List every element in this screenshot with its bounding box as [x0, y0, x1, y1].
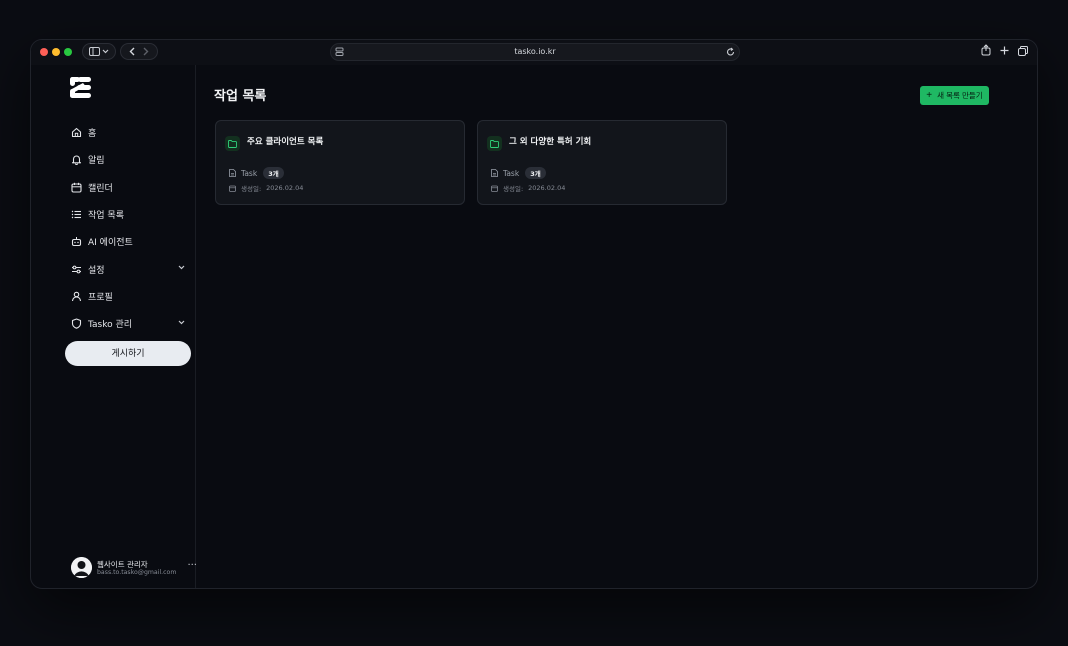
sidebar-item-label: 알림 [88, 156, 105, 167]
calendar-icon [71, 182, 82, 193]
share-icon[interactable] [981, 44, 991, 56]
sidebar-icon [89, 47, 100, 56]
more-options-icon[interactable]: ··· [187, 560, 197, 571]
sidebar-item-label: 홈 [88, 129, 97, 140]
user-profile[interactable]: 웹사이트 관리자 bass.to.tasko@gmail.com ··· [71, 557, 197, 581]
home-icon [71, 127, 82, 138]
sidebar-item-label: 캘린더 [88, 183, 113, 194]
sidebar-item-settings[interactable]: 설정 [71, 255, 187, 282]
chevron-down-icon[interactable] [178, 320, 185, 325]
browser-toolbar: tasko.io.kr [31, 40, 1037, 65]
task-list-card[interactable]: 그 외 다양한 특허 기회 Task 3개 생성일: 2026.02.04 [477, 120, 727, 205]
file-icon [491, 169, 498, 177]
calendar-icon [491, 185, 498, 192]
sidebar-item-label: 프로필 [88, 292, 113, 303]
created-label: 생성일: [241, 185, 262, 193]
sidebar-item-calendar[interactable]: 캘린더 [71, 174, 187, 201]
shield-icon [71, 318, 82, 329]
plus-icon: + [926, 89, 933, 101]
sidebar-toggle-button[interactable] [82, 43, 116, 60]
user-email: bass.to.tasko@gmail.com [97, 569, 177, 576]
back-icon[interactable] [129, 47, 136, 56]
created-date-row: 생성일: 2026.02.04 [229, 183, 303, 193]
list-icon [71, 209, 82, 220]
file-icon [229, 169, 236, 177]
user-icon [71, 291, 82, 302]
history-nav [120, 43, 158, 60]
task-count-badge: 3개 [525, 167, 546, 179]
chevron-down-icon [102, 49, 109, 54]
card-title: 그 외 다양한 특허 기회 [509, 137, 592, 147]
new-list-button-label: 새 목록 만들기 [937, 91, 983, 100]
url-text: tasko.io.kr [514, 47, 556, 56]
sidebar-item-task-list[interactable]: 작업 목록 [71, 201, 187, 228]
close-window-button[interactable] [40, 48, 48, 56]
sliders-icon [71, 264, 82, 275]
reload-icon[interactable] [726, 47, 735, 57]
chevron-down-icon[interactable] [178, 265, 185, 270]
tasko-logo[interactable] [70, 77, 91, 98]
browser-window: tasko.io.kr 홈 알림 캘린더 작업 목록 AI 에이전트 설정 프로… [30, 39, 1038, 589]
folder-icon [225, 136, 240, 151]
sidebar: 홈 알림 캘린더 작업 목록 AI 에이전트 설정 프로필 Tasko 관리 게… [31, 65, 197, 588]
task-label: Task [241, 168, 258, 178]
tab-overview-icon[interactable] [1018, 46, 1028, 56]
sidebar-item-notifications[interactable]: 알림 [71, 146, 187, 173]
sidebar-item-ai-agent[interactable]: AI 에이전트 [71, 228, 187, 255]
created-label: 생성일: [503, 185, 524, 193]
created-date: 2026.02.04 [266, 184, 304, 192]
task-list-card[interactable]: 주요 클라이언트 목록 Task 3개 생성일: 2026.02.04 [215, 120, 465, 205]
sidebar-item-tasko-admin[interactable]: Tasko 관리 [71, 310, 187, 337]
sidebar-item-label: AI 에이전트 [88, 238, 133, 249]
page-title: 작업 목록 [214, 89, 267, 104]
card-title: 주요 클라이언트 목록 [247, 137, 324, 147]
calendar-icon [229, 185, 236, 192]
maximize-window-button[interactable] [64, 48, 72, 56]
created-date: 2026.02.04 [528, 184, 566, 192]
task-label: Task [503, 168, 520, 178]
sidebar-item-home[interactable]: 홈 [71, 119, 187, 146]
sidebar-item-label: 작업 목록 [88, 211, 124, 222]
new-tab-icon[interactable] [1000, 46, 1009, 55]
main-content: 작업 목록 + 새 목록 만들기 주요 클라이언트 목록 Task 3개 생성일… [197, 65, 1037, 588]
new-list-button[interactable]: + 새 목록 만들기 [920, 86, 989, 105]
minimize-window-button[interactable] [52, 48, 60, 56]
robot-icon [71, 236, 82, 247]
bell-icon [71, 154, 82, 166]
sidebar-item-label: Tasko 관리 [88, 320, 133, 331]
forward-icon[interactable] [142, 47, 149, 56]
folder-icon [487, 136, 502, 151]
task-count-row: Task 3개 [229, 167, 284, 179]
task-count-row: Task 3개 [491, 167, 546, 179]
sidebar-item-label: 설정 [88, 265, 105, 276]
address-bar[interactable]: tasko.io.kr [330, 43, 740, 61]
created-date-row: 생성일: 2026.02.04 [491, 183, 565, 193]
sidebar-nav: 홈 알림 캘린더 작업 목록 AI 에이전트 설정 프로필 Tasko 관리 [71, 119, 187, 337]
publish-button[interactable]: 게시하기 [65, 341, 191, 366]
avatar [71, 557, 92, 578]
sidebar-item-profile[interactable]: 프로필 [71, 283, 187, 310]
task-count-badge: 3개 [263, 167, 284, 179]
